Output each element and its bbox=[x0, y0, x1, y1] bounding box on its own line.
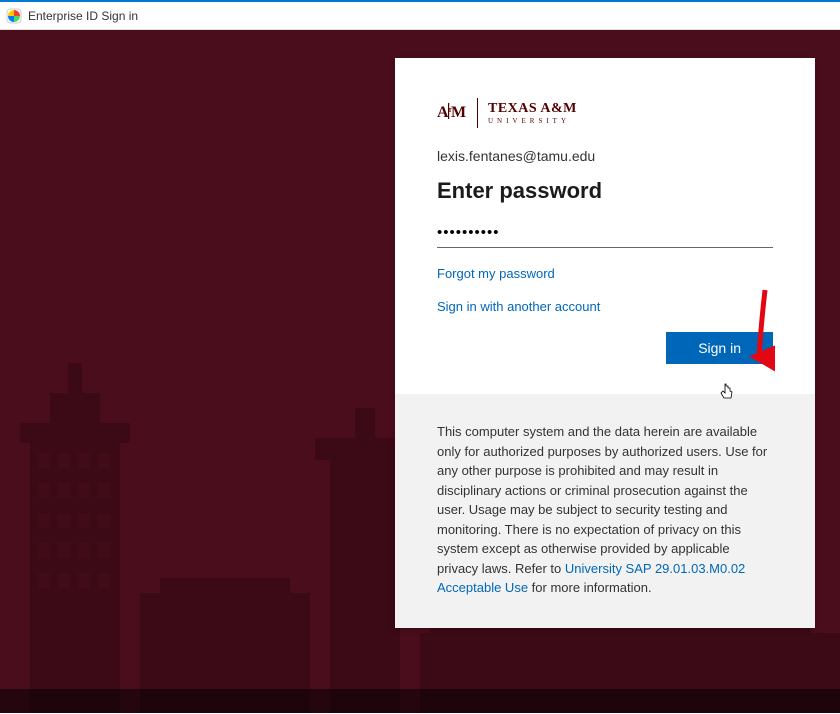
bottom-strip bbox=[0, 689, 840, 713]
card-main: A M T TEXAS A&M UNIVERSITY lexis.fentane… bbox=[395, 58, 815, 394]
institution-logo: A M T TEXAS A&M UNIVERSITY bbox=[437, 98, 773, 128]
page-heading: Enter password bbox=[437, 178, 773, 204]
button-row: Sign in bbox=[437, 332, 773, 364]
email-display: lexis.fentanes@tamu.edu bbox=[437, 148, 773, 164]
logo-text-sub: UNIVERSITY bbox=[488, 118, 577, 125]
logo-mark: A M T bbox=[437, 100, 467, 127]
disclaimer-text: This computer system and the data herein… bbox=[437, 422, 773, 598]
links-section: Forgot my password Sign in with another … bbox=[437, 266, 773, 314]
title-bar: Enterprise ID Sign in bbox=[0, 2, 840, 30]
login-card: A M T TEXAS A&M UNIVERSITY lexis.fentane… bbox=[395, 58, 815, 628]
password-input[interactable] bbox=[437, 218, 773, 248]
disclaimer-before: This computer system and the data herein… bbox=[437, 424, 767, 576]
logo-text-main: TEXAS A&M bbox=[488, 102, 577, 116]
logo-divider bbox=[477, 98, 478, 128]
logo-text: TEXAS A&M UNIVERSITY bbox=[488, 102, 577, 125]
app-icon bbox=[6, 8, 22, 24]
forgot-password-link[interactable]: Forgot my password bbox=[437, 266, 773, 281]
svg-text:M: M bbox=[451, 104, 466, 121]
other-account-link[interactable]: Sign in with another account bbox=[437, 299, 773, 314]
signin-button[interactable]: Sign in bbox=[666, 332, 773, 364]
card-footer: This computer system and the data herein… bbox=[395, 394, 815, 628]
background: A M T TEXAS A&M UNIVERSITY lexis.fentane… bbox=[0, 30, 840, 713]
disclaimer-after: for more information. bbox=[528, 580, 652, 595]
window-title: Enterprise ID Sign in bbox=[28, 9, 138, 23]
